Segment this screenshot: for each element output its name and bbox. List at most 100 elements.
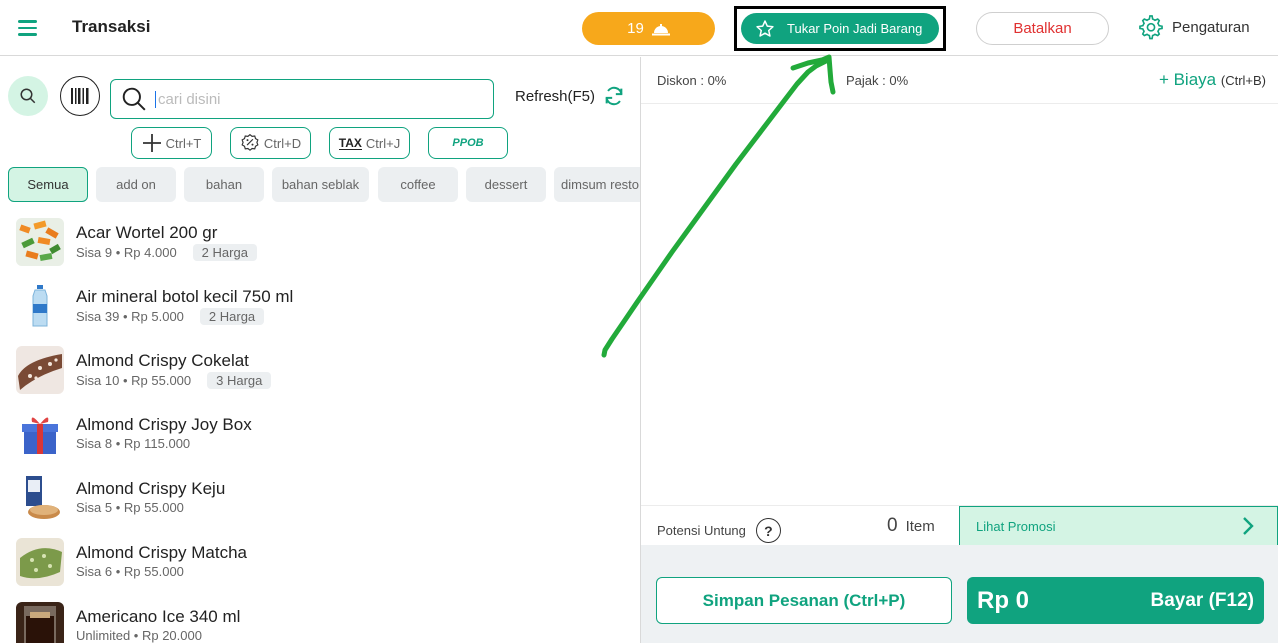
- category-tabs: Semua add on bahan bahan seblak coffee d…: [8, 167, 640, 203]
- price-variant-badge: 3 Harga: [207, 372, 272, 389]
- category-tab[interactable]: bahan seblak: [272, 167, 369, 202]
- cart-panel: Diskon : 0% Pajak : 0% + Biaya (Ctrl+B) …: [641, 57, 1278, 643]
- product-item[interactable]: Americano Ice 340 ml Unlimited • Rp 20.0…: [0, 601, 640, 643]
- price-variant-badge: 2 Harga: [199, 308, 265, 325]
- view-promotions-button[interactable]: Lihat Promosi: [959, 506, 1278, 546]
- profit-label: Potensi Untung: [657, 523, 746, 538]
- refresh-button[interactable]: Refresh(F5): [515, 85, 625, 107]
- add-fee-label: + Biaya: [1158, 70, 1217, 89]
- category-tab[interactable]: dimsum resto: [554, 167, 640, 202]
- add-fee-shortcut: (Ctrl+B): [1220, 73, 1266, 88]
- product-name: Almond Crispy Matcha: [76, 543, 248, 562]
- product-item[interactable]: Acar Wortel 200 gr Sisa 9 • Rp 4.000 2 H…: [0, 217, 640, 281]
- product-name: Almond Crispy Cokelat: [76, 351, 249, 370]
- product-meta: Sisa 10 • Rp 55.000 3 Harga: [76, 372, 272, 389]
- product-meta: Sisa 9 • Rp 4.000 2 Harga: [76, 244, 257, 261]
- product-stock-price: Sisa 6 • Rp 55.000: [76, 564, 184, 579]
- product-name: Almond Crispy Keju: [76, 479, 226, 498]
- product-image: [16, 282, 64, 330]
- redeem-points-label: Tukar Poin Jadi Barang: [787, 21, 923, 36]
- search-icon: [20, 88, 36, 104]
- discount-info[interactable]: Diskon : 0%: [657, 73, 726, 88]
- cancel-button[interactable]: Batalkan: [976, 12, 1109, 45]
- category-tab[interactable]: dessert: [466, 167, 546, 202]
- chevron-right-icon: [1243, 517, 1254, 535]
- product-name: Acar Wortel 200 gr: [76, 223, 218, 242]
- total-amount: Rp 0: [977, 586, 1030, 614]
- search-icon: [122, 87, 146, 111]
- product-meta: Sisa 8 • Rp 115.000: [76, 436, 190, 451]
- discount-button[interactable]: Ctrl+D: [230, 127, 311, 159]
- star-icon: [756, 19, 774, 37]
- settings-label: Pengaturan: [1172, 18, 1250, 36]
- category-tab[interactable]: add on: [96, 167, 176, 202]
- tax-info[interactable]: Pajak : 0%: [846, 73, 908, 88]
- gear-icon: [1139, 15, 1163, 40]
- barcode-scan-button[interactable]: [60, 76, 100, 116]
- discount-badge-icon: [241, 133, 259, 151]
- help-icon[interactable]: ?: [755, 518, 781, 543]
- product-stock-price: Unlimited • Rp 20.000: [76, 628, 202, 643]
- tax-shortcut: Ctrl+J: [365, 135, 401, 151]
- ppob-button[interactable]: PPOB: [428, 127, 508, 159]
- hamburger-menu-icon[interactable]: [14, 14, 42, 42]
- category-tab[interactable]: bahan: [184, 167, 264, 202]
- product-image: [16, 218, 64, 266]
- ppob-logo: PPOB: [452, 137, 484, 149]
- product-stock-price: Sisa 10 • Rp 55.000: [76, 373, 192, 388]
- product-stock-price: Sisa 8 • Rp 115.000: [76, 436, 191, 451]
- checkout-footer: Simpan Pesanan (Ctrl+P) Rp 0 Bayar (F12): [641, 545, 1278, 643]
- settings-button[interactable]: Pengaturan: [1138, 14, 1250, 40]
- tax-icon: TAX: [338, 135, 362, 150]
- product-item[interactable]: Almond Crispy Joy Box Sisa 8 • Rp 115.00…: [0, 409, 640, 473]
- refresh-icon: [605, 86, 623, 106]
- item-count: 0 Item: [887, 515, 935, 537]
- search-toggle-button[interactable]: [8, 76, 48, 116]
- search-input[interactable]: [155, 90, 475, 108]
- refresh-label: Refresh(F5): [515, 87, 596, 105]
- add-item-shortcut: Ctrl+T: [165, 135, 202, 151]
- profit-row: Potensi Untung ? 0 Item Lihat Promosi: [641, 505, 1278, 546]
- product-image: [16, 602, 64, 643]
- price-variant-badge: 2 Harga: [192, 244, 257, 261]
- product-stock-price: Sisa 39 • Rp 5.000: [76, 309, 184, 324]
- product-item[interactable]: Almond Crispy Matcha Sisa 6 • Rp 55.000: [0, 537, 640, 601]
- product-item[interactable]: Air mineral botol kecil 750 ml Sisa 39 •…: [0, 281, 640, 345]
- product-name: Almond Crispy Joy Box: [76, 415, 252, 434]
- product-meta: Sisa 5 • Rp 55.000: [76, 500, 184, 515]
- pay-label: Bayar (F12): [1150, 589, 1255, 611]
- view-promotions-label: Lihat Promosi: [976, 518, 1056, 534]
- tax-button[interactable]: TAX Ctrl+J: [329, 127, 410, 159]
- product-image: [16, 410, 64, 458]
- pos-app: Transaksi 19 Tukar Poin Jadi Barang Bata…: [0, 0, 1278, 643]
- cloche-icon: [651, 23, 670, 35]
- category-tab[interactable]: coffee: [378, 167, 458, 202]
- add-item-button[interactable]: Ctrl+T: [131, 127, 212, 159]
- product-image: [16, 538, 64, 586]
- add-fee-button[interactable]: + Biaya (Ctrl+B): [1159, 70, 1266, 90]
- product-meta: Unlimited • Rp 20.000: [76, 628, 202, 643]
- barcode-icon: [71, 88, 89, 104]
- product-image: [16, 346, 64, 394]
- item-count-value: 0: [887, 515, 898, 536]
- product-image: [16, 474, 64, 522]
- top-bar: Transaksi 19 Tukar Poin Jadi Barang Bata…: [0, 0, 1278, 56]
- product-stock-price: Sisa 5 • Rp 55.000: [76, 500, 184, 515]
- redeem-points-button[interactable]: Tukar Poin Jadi Barang: [741, 13, 939, 44]
- cart-header: Diskon : 0% Pajak : 0% + Biaya (Ctrl+B): [641, 57, 1278, 104]
- product-item[interactable]: Almond Crispy Cokelat Sisa 10 • Rp 55.00…: [0, 345, 640, 409]
- product-item[interactable]: Almond Crispy Keju Sisa 5 • Rp 55.000: [0, 473, 640, 537]
- saved-orders-button[interactable]: 19: [582, 12, 715, 45]
- discount-shortcut: Ctrl+D: [263, 135, 302, 151]
- item-count-label: Item: [905, 518, 935, 535]
- product-name: Air mineral botol kecil 750 ml: [76, 287, 294, 306]
- saved-orders-count: 19: [627, 20, 644, 37]
- search-field[interactable]: [110, 79, 494, 119]
- product-stock-price: Sisa 9 • Rp 4.000: [76, 245, 177, 260]
- product-name: Americano Ice 340 ml: [76, 607, 241, 626]
- plus-icon: [142, 134, 161, 152]
- category-tab[interactable]: Semua: [8, 167, 88, 202]
- profit-potential: Potensi Untung ?: [657, 518, 781, 543]
- save-order-button[interactable]: Simpan Pesanan (Ctrl+P): [656, 577, 952, 624]
- pay-button[interactable]: Rp 0 Bayar (F12): [967, 577, 1264, 624]
